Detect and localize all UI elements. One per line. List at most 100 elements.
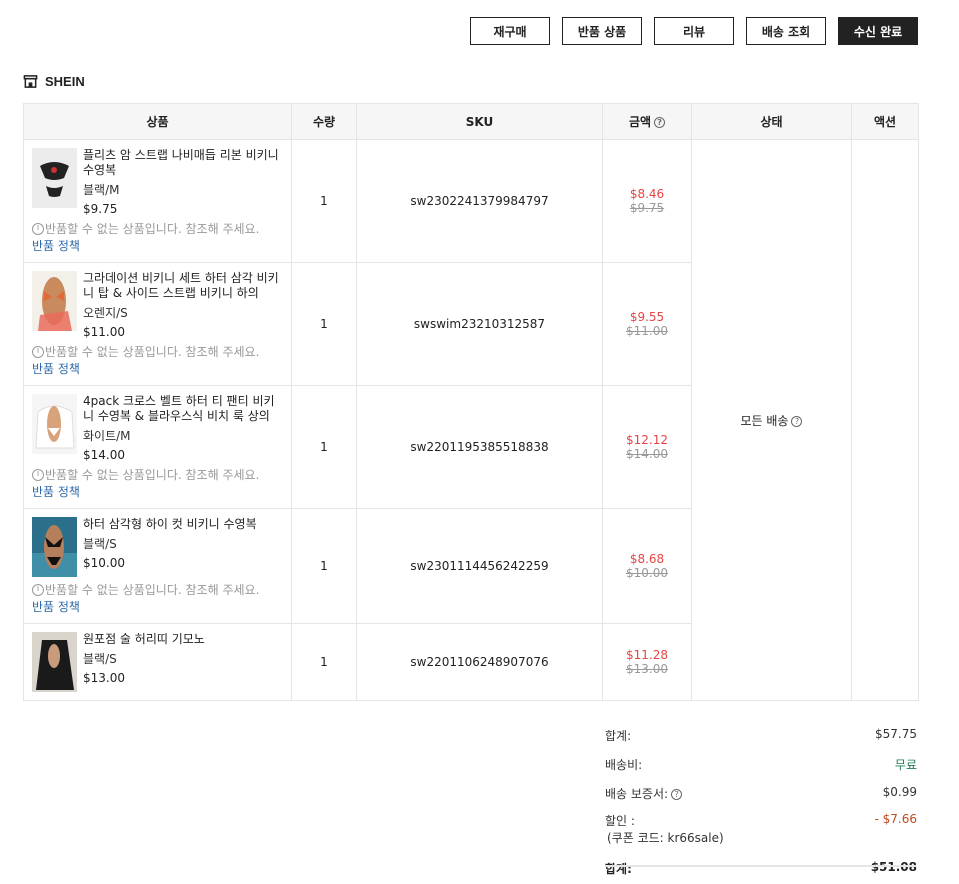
store-icon xyxy=(23,75,38,88)
non-returnable-note: i 반품할 수 없는 상품입니다. 참조해 주세요. xyxy=(24,339,291,360)
header-qty: 수량 xyxy=(291,103,357,140)
non-returnable-note: i 반품할 수 없는 상품입니다. 참조해 주세요. xyxy=(24,216,291,237)
review-button[interactable]: 리뷰 xyxy=(654,17,734,45)
original-price: $10.00 xyxy=(626,566,668,580)
info-icon: i xyxy=(32,345,44,358)
confirm-receipt-button[interactable]: 수신 완료 xyxy=(838,17,918,45)
insurance-help-icon[interactable]: ? xyxy=(671,789,683,800)
sale-price: $8.46 xyxy=(629,187,665,201)
sku-cell: sw2201195385518838 xyxy=(356,385,603,509)
product-variant: 오렌지/S xyxy=(83,306,128,320)
product-thumbnail[interactable] xyxy=(32,632,77,692)
discount-row: 할인 : (쿠폰 코드: kr66sale) - $7.66 xyxy=(605,812,917,846)
insurance-label: 배송 보증서:? xyxy=(605,785,683,802)
header-status: 상태 xyxy=(691,103,852,140)
insurance-value: $0.99 xyxy=(882,785,917,799)
action-cell xyxy=(851,139,919,701)
return-policy-link[interactable]: 반품 정책 xyxy=(24,237,291,262)
product-price: $14.00 xyxy=(83,448,125,462)
amount-cell: $12.12 $14.00 xyxy=(602,385,692,509)
store-header: SHEIN xyxy=(23,74,85,89)
return-policy-link[interactable]: 반품 정책 xyxy=(24,598,291,623)
original-price: $14.00 xyxy=(626,447,668,461)
product-thumbnail[interactable] xyxy=(32,394,77,454)
product-name[interactable]: 그라데이션 비키니 세트 하터 삼각 비키니 탑 & 사이드 스트랩 비키니 하… xyxy=(83,271,283,301)
original-price: $11.00 xyxy=(626,324,668,338)
amount-cell: $8.46 $9.75 xyxy=(602,139,692,263)
original-price: $9.75 xyxy=(629,201,665,215)
shipping-row: 배송비: 무료 xyxy=(605,756,917,773)
product-cell: 하터 삼각형 하이 컷 비키니 수영복 블랙/S $10.00 i 반품할 수 없… xyxy=(23,508,292,624)
amount-cell: $11.28 $13.00 xyxy=(602,623,692,701)
sale-price: $11.28 xyxy=(626,648,668,662)
info-icon: i xyxy=(32,468,44,481)
product-price: $13.00 xyxy=(83,671,125,685)
subtotal-value: $57.75 xyxy=(875,727,917,741)
summary-divider xyxy=(605,865,917,867)
product-cell: 원포점 술 허리띠 기모노 블랙/S $13.00 xyxy=(23,623,292,701)
total-row: 합계: $51.08 xyxy=(605,860,917,877)
product-thumbnail[interactable] xyxy=(32,271,77,331)
total-label: 합계: xyxy=(605,862,632,876)
product-cell: 플리츠 암 스트랩 나비매듭 리본 비키니 수영복 블랙/M $9.75 i 반품… xyxy=(23,139,292,263)
product-variant: 화이트/M xyxy=(83,429,131,443)
sku-cell: sw2201106248907076 xyxy=(356,623,603,701)
product-cell: 그라데이션 비키니 세트 하터 삼각 비키니 탑 & 사이드 스트랩 비키니 하… xyxy=(23,262,292,386)
sale-price: $9.55 xyxy=(629,310,665,324)
sale-price: $12.12 xyxy=(626,433,668,447)
product-price: $9.75 xyxy=(83,202,118,216)
discount-label-group: 할인 : (쿠폰 코드: kr66sale) xyxy=(605,812,724,846)
discount-label: 할인 : xyxy=(605,814,635,828)
product-variant: 블랙/M xyxy=(83,183,120,197)
header-amount: 금액? xyxy=(602,103,692,140)
coupon-code: (쿠폰 코드: kr66sale) xyxy=(607,831,724,845)
sku-cell: sw2302241379984797 xyxy=(356,139,603,263)
original-price: $13.00 xyxy=(626,662,668,676)
product-name[interactable]: 하터 삼각형 하이 컷 비키니 수영복 xyxy=(83,517,283,532)
repurchase-button[interactable]: 재구매 xyxy=(470,17,550,45)
table-header-row: 상품 수량 SKU 금액? 상태 액션 xyxy=(23,103,919,140)
amount-help-icon[interactable]: ? xyxy=(654,117,666,128)
info-icon: i xyxy=(32,583,44,596)
subtotal-row: 합계: $57.75 xyxy=(605,727,917,744)
return-policy-link[interactable]: 반품 정책 xyxy=(24,360,291,385)
info-icon: i xyxy=(32,222,44,235)
product-price: $10.00 xyxy=(83,556,125,570)
status-cell: 모든 배송? xyxy=(691,139,852,701)
header-product: 상품 xyxy=(23,103,292,140)
status-help-icon[interactable]: ? xyxy=(791,415,803,427)
track-shipment-button[interactable]: 배송 조회 xyxy=(746,17,826,45)
sale-price: $8.68 xyxy=(629,552,665,566)
product-variant: 블랙/S xyxy=(83,537,117,551)
amount-cell: $8.68 $10.00 xyxy=(602,508,692,624)
header-action: 액션 xyxy=(851,103,919,140)
shipping-value: 무료 xyxy=(894,758,917,772)
product-thumbnail[interactable] xyxy=(32,148,77,208)
product-name[interactable]: 원포점 술 허리띠 기모노 xyxy=(83,632,283,647)
store-name: SHEIN xyxy=(45,74,85,89)
table-row: 플리츠 암 스트랩 나비매듭 리본 비키니 수영복 블랙/M $9.75 i 반품… xyxy=(23,139,919,701)
product-price: $11.00 xyxy=(83,325,125,339)
qty-cell: 1 xyxy=(291,623,357,701)
header-sku: SKU xyxy=(356,103,603,140)
return-policy-link[interactable]: 반품 정책 xyxy=(24,483,291,508)
non-returnable-note: i 반품할 수 없는 상품입니다. 참조해 주세요. xyxy=(24,577,291,598)
product-name[interactable]: 플리츠 암 스트랩 나비매듭 리본 비키니 수영복 xyxy=(83,148,283,178)
sku-cell: sw2301114456242259 xyxy=(356,508,603,624)
product-name[interactable]: 4pack 크로스 벨트 하터 티 팬티 비키니 수영복 & 블라우스식 비치 … xyxy=(83,394,283,424)
discount-value: - $7.66 xyxy=(874,812,918,826)
shipping-label: 배송비: xyxy=(605,758,643,772)
status-text: 모든 배송 xyxy=(740,413,789,428)
return-items-button[interactable]: 반품 상품 xyxy=(562,17,642,45)
sku-cell: swswim23210312587 xyxy=(356,262,603,386)
product-thumbnail[interactable] xyxy=(32,517,77,577)
qty-cell: 1 xyxy=(291,508,357,624)
product-variant: 블랙/S xyxy=(83,652,117,666)
order-actions: 재구매 반품 상품 리뷰 배송 조회 수신 완료 xyxy=(470,17,918,45)
total-value: $51.08 xyxy=(870,860,917,874)
non-returnable-note: i 반품할 수 없는 상품입니다. 참조해 주세요. xyxy=(24,462,291,483)
order-items-table: 상품 수량 SKU 금액? 상태 액션 플리츠 암 스트랩 나비매듭 리본 비키… xyxy=(23,103,919,701)
order-summary: 합계: $57.75 배송비: 무료 배송 보증서:? $0.99 할인 : (… xyxy=(605,727,917,877)
subtotal-label: 합계: xyxy=(605,729,632,743)
qty-cell: 1 xyxy=(291,262,357,386)
